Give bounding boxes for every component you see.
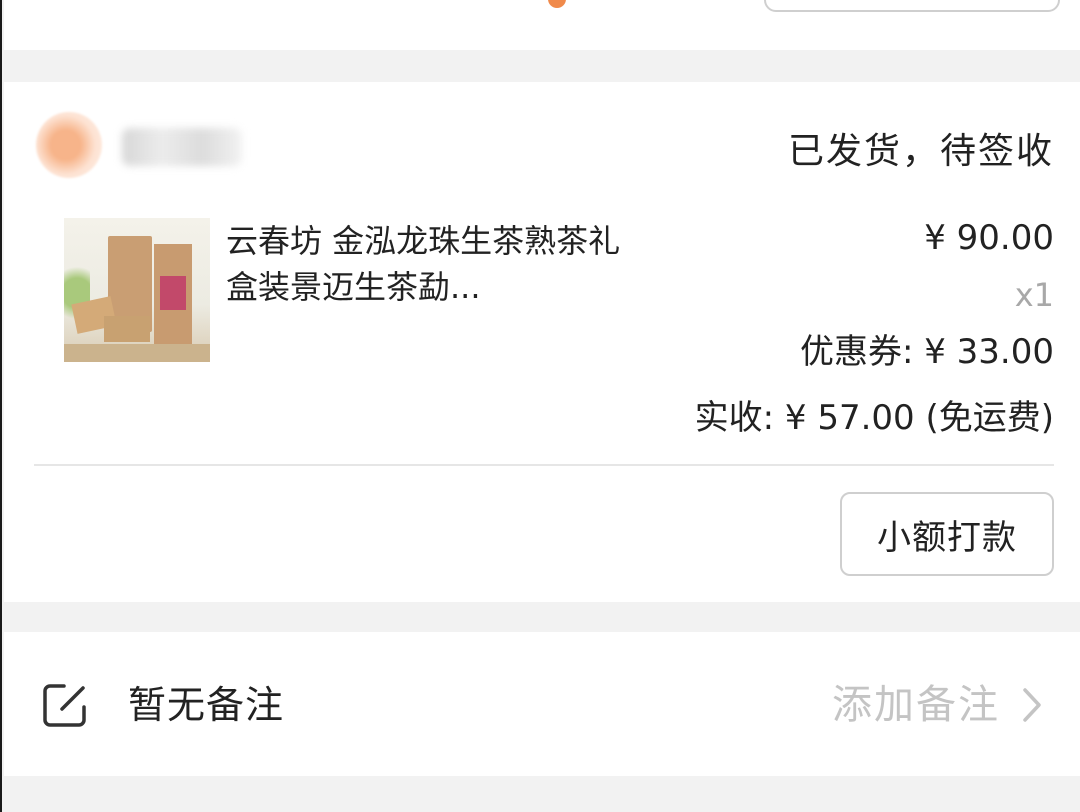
order-detail-page: 已发货，待签收 云春坊 金泓龙珠生茶熟茶礼盒装景迈生茶勐... ¥ 90.00 … (0, 0, 1080, 812)
product-title[interactable]: 云春坊 金泓龙珠生茶熟茶礼盒装景迈生茶勐... (226, 218, 646, 310)
thumb-tea-box (104, 316, 150, 342)
remark-text: 暂无备注 (128, 683, 285, 727)
order-card: 已发货，待签收 云春坊 金泓龙珠生茶熟茶礼盒装景迈生茶勐... ¥ 90.00 … (4, 82, 1080, 602)
thumb-label (160, 276, 186, 310)
product-price: ¥ 90.00 (924, 218, 1054, 258)
product-image[interactable] (64, 218, 210, 362)
shop-avatar (36, 112, 102, 178)
edit-note-icon (43, 684, 86, 727)
received-amount: 实收: ¥ 57.00 (免运费) (694, 398, 1054, 438)
product-quantity: x1 (1014, 276, 1054, 314)
status-dot (548, 0, 566, 8)
shop-name-blurred (122, 128, 242, 166)
remark-row[interactable]: 暂无备注 添加备注 (4, 632, 1080, 776)
order-status: 已发货，待签收 (787, 131, 1054, 172)
add-remark-link[interactable]: 添加备注 (832, 680, 1044, 730)
small-payment-button[interactable]: 小额打款 (840, 492, 1054, 576)
previous-action-button[interactable] (764, 0, 1060, 12)
add-remark-label: 添加备注 (832, 682, 1000, 728)
previous-card (4, 0, 1080, 50)
coupon-amount: 优惠券: ¥ 33.00 (799, 332, 1054, 372)
thumb-table (64, 344, 210, 362)
chevron-right-icon (1023, 688, 1041, 722)
divider (34, 464, 1054, 466)
